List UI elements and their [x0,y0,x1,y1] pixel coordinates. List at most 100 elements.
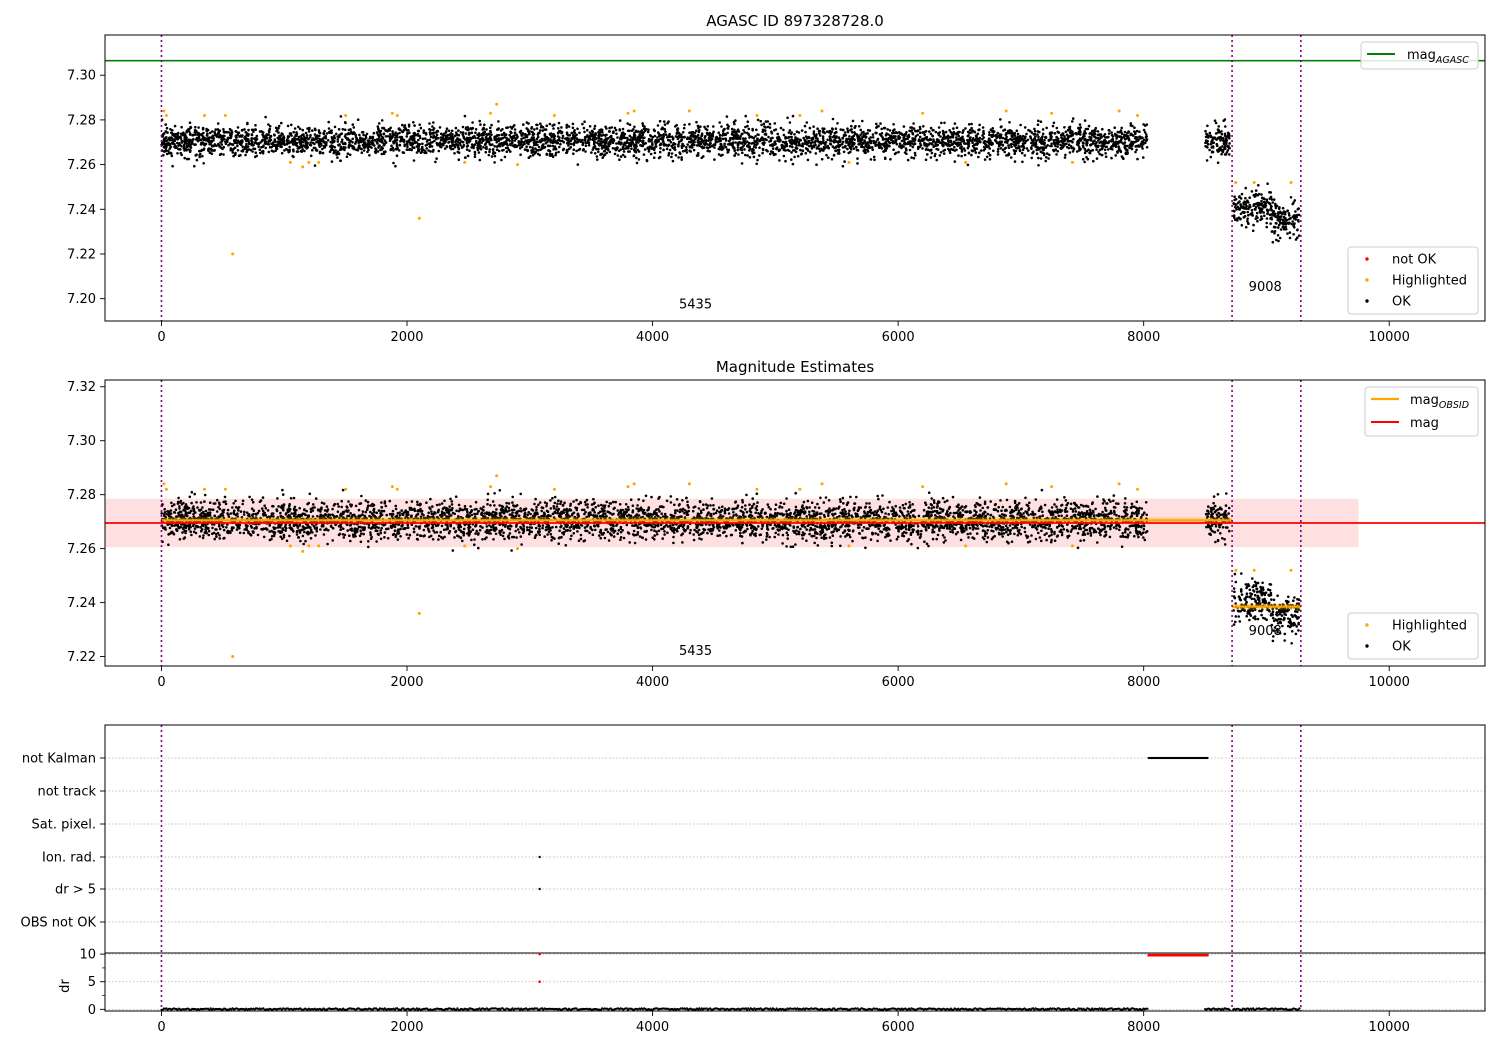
ok-point [666,121,669,125]
ok-point [464,156,467,159]
ok-point [804,130,807,134]
ok-point [836,122,839,125]
ok-point [970,122,973,126]
ok-point [1204,129,1207,133]
ok-point [382,132,386,135]
ok-point [1092,135,1096,138]
ok-point [635,138,639,142]
ok-point [573,139,577,142]
ok-point [584,150,587,153]
ok-point [1138,130,1141,133]
ok-point [355,138,358,141]
ok-point [250,143,253,147]
ok-point [1001,143,1005,147]
ok-point [1270,230,1274,233]
ok-point [354,133,358,137]
ok-point [997,147,1000,151]
ok-point [886,138,890,142]
ok-point [809,150,812,154]
ok-point [431,538,435,541]
ok-point [445,136,449,139]
ok-point [216,122,220,125]
ok-point [825,130,829,133]
ok-point [982,129,985,133]
highlighted-point [489,111,493,115]
ok-point [473,153,477,156]
ok-point [631,141,634,144]
ok-point [1007,146,1011,149]
ok-point [219,152,223,156]
ok-point [281,136,285,140]
ok-point [177,142,181,145]
ok-point [758,146,761,149]
ok-point [354,136,358,139]
ok-point [950,132,954,136]
ok-point [988,131,991,134]
ok-point [275,146,278,149]
ok-point [741,137,745,140]
ok-point [831,117,835,121]
ok-point [213,132,217,135]
ok-point [846,147,849,151]
ok-point [1032,133,1036,136]
ok-point [1101,127,1104,131]
ok-point [1056,145,1059,148]
ok-point [953,145,956,149]
ok-point [951,148,955,151]
ok-point [697,130,701,134]
ok-point [355,148,358,152]
ok-point [841,136,844,140]
highlighted-point [687,109,691,113]
ok-point [1130,147,1134,151]
ok-point [354,142,357,145]
ok-point [190,141,194,144]
ok-point [733,135,736,138]
ok-point [1244,186,1247,190]
ok-point [1108,129,1111,132]
ok-point [300,150,304,153]
ok-point [479,144,482,148]
ok-point [957,134,960,138]
ok-point [795,144,798,147]
ok-point [884,134,888,137]
ok-point [358,534,362,538]
ok-point [744,153,747,157]
ok-point [233,140,236,143]
ok-point [571,126,575,130]
ok-point [1011,132,1014,136]
ok-point [262,144,265,147]
ok-point [539,122,542,125]
axes-frame [104,34,1486,322]
ok-point [565,142,569,145]
ok-point [708,150,711,153]
ok-point [602,154,606,157]
ok-point [1016,135,1019,138]
ok-point [489,126,492,130]
ok-point [843,131,847,134]
ok-point [687,140,691,144]
ok-point [308,143,312,146]
ok-point [1292,233,1295,236]
ok-point [210,136,213,139]
ok-point [709,141,712,145]
ok-point [464,132,468,135]
ok-point [1063,126,1066,129]
ok-point [1117,145,1120,148]
ok-point [165,139,168,142]
ok-point [869,158,873,161]
ok-point [726,151,729,154]
ok-point [909,130,913,133]
highlighted-point [301,165,305,169]
ok-point [1291,202,1294,206]
ok-point [166,131,169,134]
ok-point [439,138,443,142]
ok-point [736,148,739,152]
ok-point [193,164,196,168]
ok-point [467,131,471,135]
ok-point [800,129,804,132]
ok-point [265,134,268,137]
ok-point [233,146,237,149]
ok-point [1289,196,1293,199]
ok-point [195,158,199,162]
ok-point [962,138,965,141]
